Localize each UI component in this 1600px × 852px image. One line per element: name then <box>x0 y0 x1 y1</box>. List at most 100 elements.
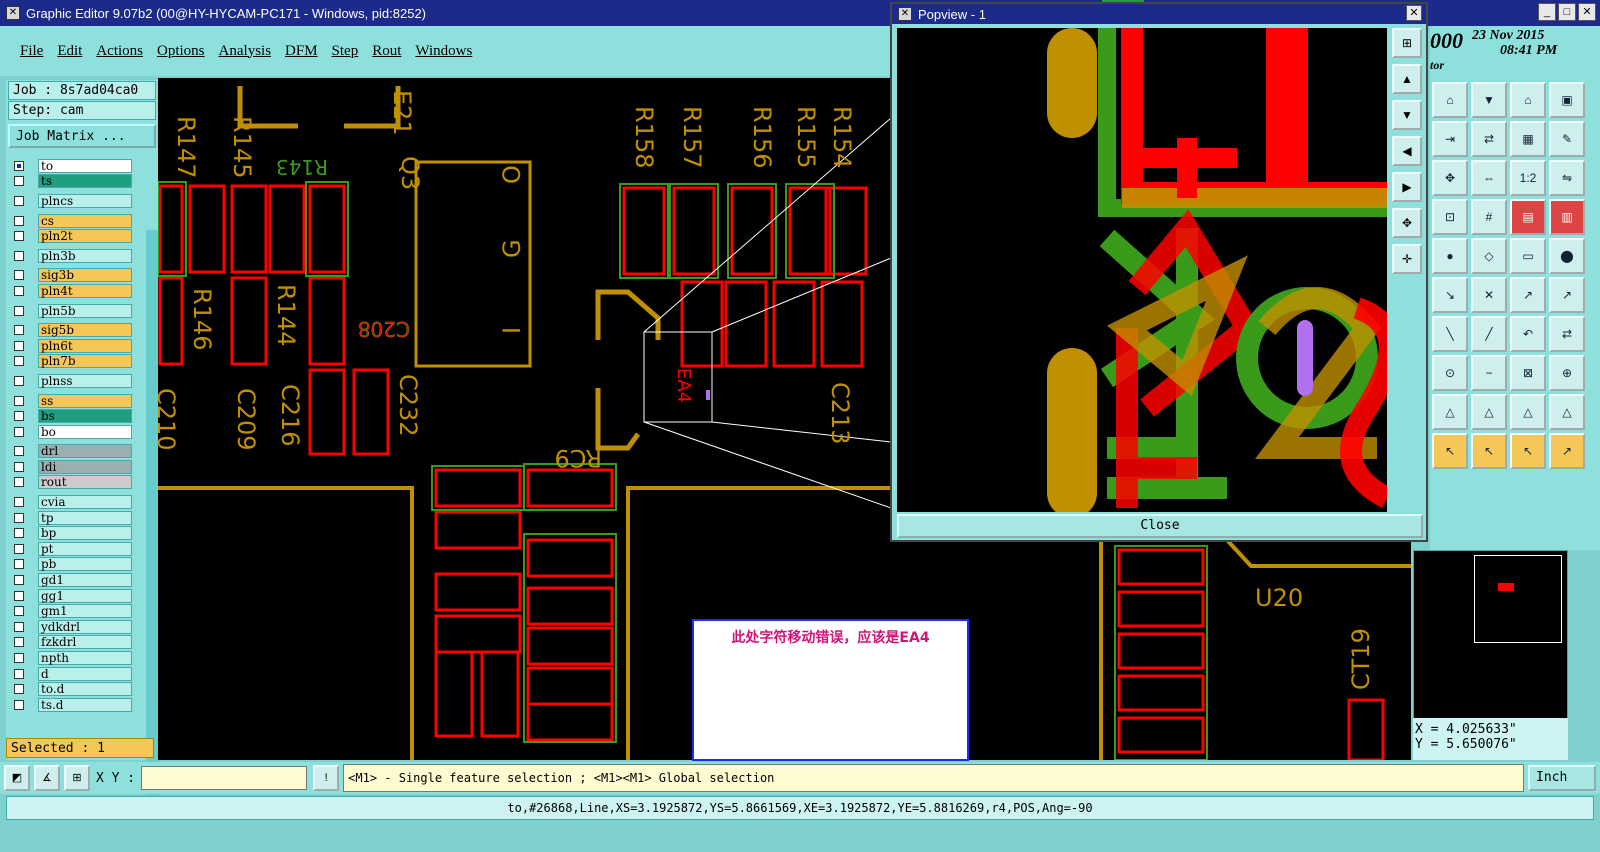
close-window-button[interactable]: ✕ <box>1578 3 1596 21</box>
layer-name[interactable]: bo <box>38 424 132 439</box>
zoom-center-icon[interactable]: ✥ <box>1392 208 1422 238</box>
tool-snap-icon[interactable]: ⊡ <box>1432 199 1468 235</box>
tool-grid2-icon[interactable]: # <box>1471 199 1507 235</box>
layer-row[interactable]: sig5b <box>10 322 132 338</box>
angle-icon[interactable]: ∡ <box>34 765 60 791</box>
tool-select2-icon[interactable]: ↖ <box>1471 433 1507 469</box>
tool-pair-icon[interactable]: ⊕ <box>1549 355 1585 391</box>
pan-right-icon[interactable]: ▶ <box>1392 172 1422 202</box>
tool-minus-icon[interactable]: − <box>1471 355 1507 391</box>
tool-select4-icon[interactable]: ↗ <box>1549 433 1585 469</box>
layer-name[interactable]: rout <box>38 475 132 490</box>
tool-flip-icon[interactable]: ⇄ <box>1549 316 1585 352</box>
tool-move-icon[interactable]: ✥ <box>1432 160 1468 196</box>
layer-name[interactable]: bs <box>38 409 132 424</box>
layer-name[interactable]: cvia <box>38 495 132 510</box>
layer-row[interactable]: tp <box>10 510 132 526</box>
layer-checkbox[interactable] <box>14 411 24 422</box>
layer-checkbox[interactable] <box>14 590 24 601</box>
tool-dot-icon[interactable]: ⬤ <box>1549 238 1585 274</box>
layer-checkbox[interactable] <box>14 699 24 710</box>
layer-name[interactable]: gd1 <box>38 573 132 588</box>
layer-name[interactable]: gm1 <box>38 604 132 619</box>
layer-checkbox[interactable] <box>14 305 24 316</box>
layer-row[interactable]: to.d <box>10 681 132 697</box>
tool-select-icon[interactable]: ↖ <box>1432 433 1468 469</box>
layer-name[interactable]: plnss <box>38 373 132 388</box>
tool-undo-icon[interactable]: ↶ <box>1510 316 1546 352</box>
tool-node-icon[interactable]: ⊙ <box>1432 355 1468 391</box>
layer-row[interactable]: pln4t <box>10 283 132 299</box>
tool-mirror-icon[interactable]: ⇋ <box>1549 160 1585 196</box>
menu-actions[interactable]: Actions <box>96 43 143 60</box>
menu-analysis[interactable]: Analysis <box>219 43 272 60</box>
tool-cross-icon[interactable]: ✕ <box>1471 277 1507 313</box>
tool-tri3-icon[interactable]: △ <box>1510 394 1546 430</box>
tool-window-icon[interactable]: ▣ <box>1549 82 1585 118</box>
zoom-down-icon[interactable]: ▼ <box>1392 100 1422 130</box>
layer-checkbox[interactable] <box>14 426 24 437</box>
layer-name[interactable]: ydkdrl <box>38 619 132 634</box>
layer-checkbox[interactable] <box>14 160 24 171</box>
tool-edit-icon[interactable]: ✎ <box>1549 121 1585 157</box>
layer-checkbox[interactable] <box>14 325 24 336</box>
layer-name[interactable]: gg1 <box>38 588 132 603</box>
unit-select[interactable]: Inch <box>1528 765 1596 791</box>
layer-row[interactable]: cvia <box>10 494 132 510</box>
layer-name[interactable]: ts.d <box>38 697 132 712</box>
tool-layer-red2-icon[interactable]: ▥ <box>1549 199 1585 235</box>
layer-checkbox[interactable] <box>14 250 24 261</box>
layer-name[interactable]: fzkdrl <box>38 635 132 650</box>
zoom-fit-icon[interactable]: ⊞ <box>1392 28 1422 58</box>
layer-checkbox[interactable] <box>14 637 24 648</box>
layer-row[interactable]: bs <box>10 408 132 424</box>
tool-house-icon[interactable]: ⌂ <box>1510 82 1546 118</box>
layer-name[interactable]: ts <box>38 174 132 189</box>
layer-checkbox[interactable] <box>14 446 24 457</box>
layer-name[interactable]: pb <box>38 557 132 572</box>
layer-checkbox[interactable] <box>14 575 24 586</box>
layer-checkbox[interactable] <box>14 543 24 554</box>
layer-row[interactable]: ldi <box>10 459 132 475</box>
tool-home-icon[interactable]: ⌂ <box>1432 82 1468 118</box>
layer-row[interactable]: ts <box>10 174 132 190</box>
layer-checkbox[interactable] <box>14 497 24 508</box>
menu-rout[interactable]: Rout <box>372 43 401 60</box>
layer-row[interactable]: sig3b <box>10 268 132 284</box>
layer-row[interactable]: bo <box>10 424 132 440</box>
tool-box-icon[interactable]: ⊠ <box>1510 355 1546 391</box>
layer-name[interactable]: pln4t <box>38 283 132 298</box>
layer-row[interactable]: gg1 <box>10 588 132 604</box>
layer-row[interactable]: cs <box>10 213 132 229</box>
menu-edit[interactable]: Edit <box>57 43 82 60</box>
layer-row[interactable]: pb <box>10 557 132 573</box>
move-icon[interactable]: ✛ <box>1392 244 1422 274</box>
layer-checkbox[interactable] <box>14 375 24 386</box>
layer-name[interactable]: npth <box>38 651 132 666</box>
layer-row[interactable]: pln3b <box>10 248 132 264</box>
layer-checkbox[interactable] <box>14 684 24 695</box>
layer-checkbox[interactable] <box>14 231 24 242</box>
tool-layer-red-icon[interactable]: ▤ <box>1510 199 1546 235</box>
xy-input[interactable] <box>141 766 308 790</box>
layer-checkbox[interactable] <box>14 285 24 296</box>
layer-name[interactable]: pln6t <box>38 338 132 353</box>
layer-name[interactable]: pln5b <box>38 303 132 318</box>
grid-toggle-icon[interactable]: ⊞ <box>64 765 90 791</box>
menu-step[interactable]: Step <box>332 43 359 60</box>
tool-ruler-icon[interactable]: ▭ <box>1510 238 1546 274</box>
menu-windows[interactable]: Windows <box>415 43 472 60</box>
tool-scale-icon[interactable]: 1:2 <box>1510 160 1546 196</box>
menu-dfm[interactable]: DFM <box>285 43 318 60</box>
layer-checkbox[interactable] <box>14 395 24 406</box>
pan-left-icon[interactable]: ◀ <box>1392 136 1422 166</box>
tool-grid-icon[interactable]: ▦ <box>1510 121 1546 157</box>
menu-options[interactable]: Options <box>157 43 205 60</box>
tool-arrow-icon[interactable]: ⇥ <box>1432 121 1468 157</box>
tool-slash-icon[interactable]: ╲ <box>1432 316 1468 352</box>
maximize-button[interactable]: □ <box>1558 3 1576 21</box>
popview-close-icon[interactable]: ✕ <box>1406 5 1422 21</box>
tool-circle-icon[interactable]: ● <box>1432 238 1468 274</box>
layer-row[interactable]: pln2t <box>10 228 132 244</box>
zoom-up-icon[interactable]: ▲ <box>1392 64 1422 94</box>
